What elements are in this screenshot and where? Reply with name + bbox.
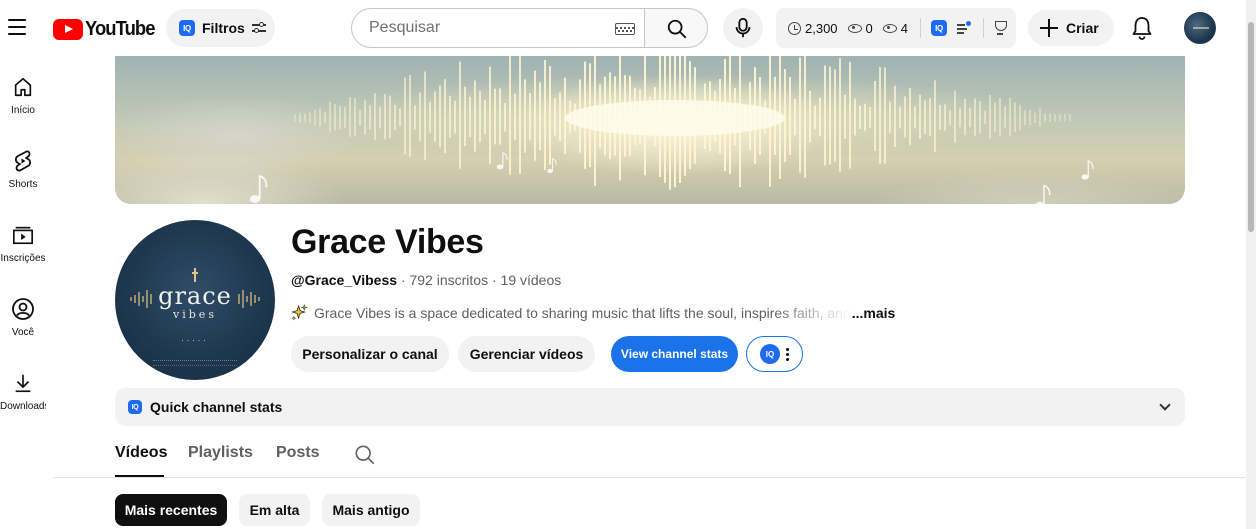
youtube-play-icon — [53, 19, 83, 40]
search-icon[interactable] — [354, 444, 376, 466]
chevron-down-icon — [1159, 399, 1171, 411]
search-input[interactable] — [351, 8, 644, 48]
home-icon — [11, 75, 35, 99]
plus-icon — [1040, 19, 1058, 37]
queue-icon[interactable] — [957, 21, 972, 34]
channel-description[interactable]: Grace Vibes is a space dedicated to shar… — [291, 304, 895, 321]
view-channel-stats-button[interactable]: View channel stats — [611, 336, 738, 372]
clock-icon — [788, 21, 801, 35]
iq-icon[interactable]: IQ — [931, 20, 948, 36]
create-label: Criar — [1066, 20, 1099, 36]
sidebar-item-home[interactable]: Início — [0, 56, 46, 126]
microphone-icon — [735, 17, 751, 38]
shorts-icon — [11, 149, 35, 173]
tune-icon — [251, 22, 266, 34]
sidebar-item-downloads[interactable]: Downloads — [0, 352, 46, 422]
bell-icon — [1132, 17, 1152, 40]
iq-options-button[interactable]: IQ — [746, 336, 803, 372]
subscriber-count: 792 inscritos — [409, 272, 489, 288]
channel-name: Grace Vibes — [291, 223, 484, 261]
wave-bars-icon — [238, 290, 260, 308]
youtube-logo[interactable]: YouTube — [53, 18, 161, 41]
cross-icon — [192, 268, 198, 282]
avatar-fine-print — [153, 360, 237, 366]
eye-icon — [882, 23, 897, 33]
voice-search-button[interactable] — [723, 8, 763, 48]
divider — [53, 477, 1246, 478]
you-icon — [11, 297, 35, 321]
account-avatar[interactable] — [1184, 12, 1216, 44]
more-link[interactable]: ...mais — [852, 305, 896, 321]
notifications-button[interactable] — [1124, 10, 1160, 46]
chip-latest[interactable]: Mais recentes — [115, 494, 227, 526]
extension-stats-bar: 2,300 0 4 IQ — [776, 8, 1016, 48]
search-bar — [351, 8, 708, 48]
filters-label: Filtros — [202, 20, 245, 36]
divider — [920, 18, 922, 38]
iq-icon: IQ — [760, 344, 780, 364]
divider — [983, 18, 985, 38]
description-text: Grace Vibes is a space dedicated to shar… — [314, 304, 851, 321]
page-scrollbar[interactable] — [1246, 0, 1256, 529]
tab-playlists[interactable]: Playlists — [188, 444, 253, 462]
manage-videos-button[interactable]: Gerenciar vídeos — [458, 336, 595, 372]
scrollbar-thumb[interactable] — [1248, 22, 1254, 232]
filters-button[interactable]: IQ Filtros — [166, 9, 275, 47]
keyboard-icon[interactable] — [615, 23, 635, 35]
iq-icon: IQ — [179, 20, 195, 36]
sparkles-icon — [291, 304, 308, 321]
search-button[interactable] — [644, 8, 708, 48]
stat-views-b[interactable]: 4 — [882, 21, 908, 36]
search-icon — [667, 19, 687, 39]
download-icon — [11, 371, 35, 395]
sidebar-item-shorts[interactable]: Shorts — [0, 130, 46, 200]
video-count: 19 vídeos — [500, 272, 562, 288]
avatar-dots: ..... — [181, 333, 209, 343]
tab-posts[interactable]: Posts — [276, 444, 320, 462]
channel-handle: @Grace_Vibess — [291, 272, 398, 288]
sidebar-item-you[interactable]: Você — [0, 278, 46, 348]
quick-stats-label: Quick channel stats — [150, 399, 283, 415]
menu-icon[interactable] — [6, 16, 28, 38]
top-bar: YouTube IQ Filtros 2,300 0 — [0, 0, 1256, 56]
channel-avatar[interactable]: grace vibes ..... — [115, 220, 275, 380]
create-button[interactable]: Criar — [1028, 10, 1114, 46]
eye-icon — [847, 23, 862, 33]
channel-banner — [115, 56, 1185, 204]
sidebar: Início Shorts Inscrições Você Downloads — [0, 56, 46, 529]
iq-icon: IQ — [128, 400, 142, 414]
channel-meta: @Grace_Vibess · 792 inscritos · 19 vídeo… — [291, 272, 562, 288]
trophy-icon[interactable] — [994, 21, 1008, 35]
tab-videos[interactable]: Vídeos — [115, 444, 167, 462]
subscriptions-icon — [11, 223, 35, 247]
customize-channel-button[interactable]: Personalizar o canal — [291, 336, 449, 372]
chip-popular[interactable]: Em alta — [239, 494, 310, 526]
stat-views-a[interactable]: 0 — [847, 21, 873, 36]
quick-channel-stats[interactable]: IQ Quick channel stats — [115, 388, 1185, 426]
sidebar-item-subscriptions[interactable]: Inscrições — [0, 204, 46, 274]
more-vert-icon — [786, 347, 789, 361]
stat-watch-time[interactable]: 2,300 — [788, 21, 838, 36]
chip-oldest[interactable]: Mais antigo — [322, 494, 420, 526]
sound-wave-image — [249, 56, 1094, 204]
